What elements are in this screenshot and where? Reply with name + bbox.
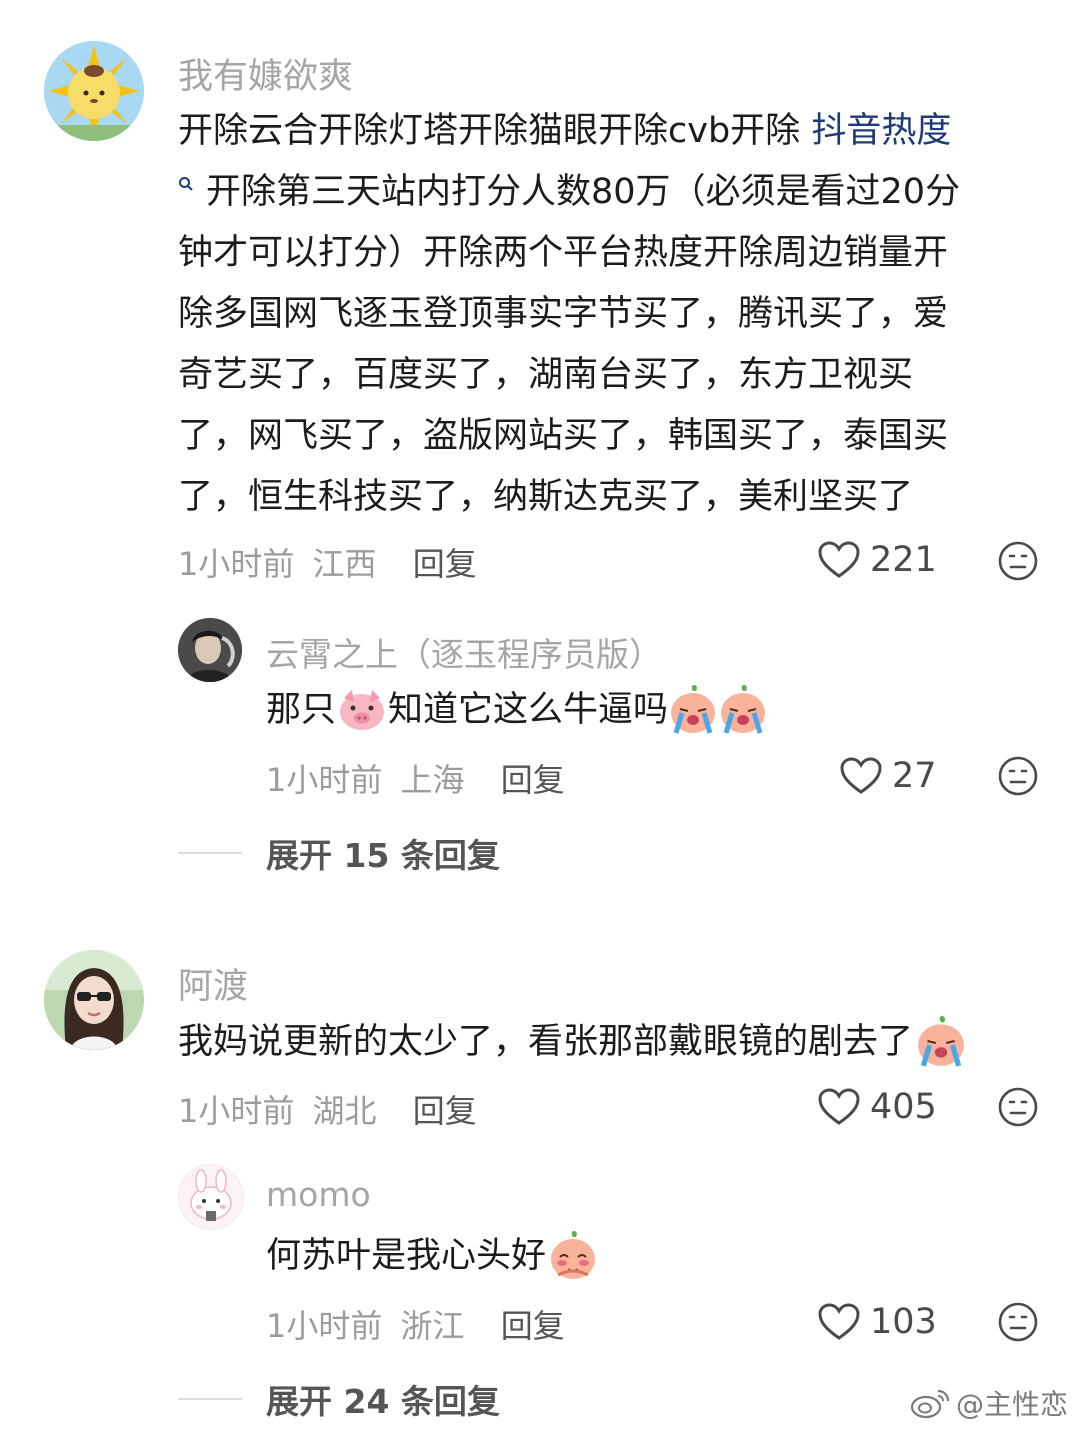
heart-icon bbox=[818, 541, 860, 578]
crying-peach-emoji-icon bbox=[671, 685, 766, 734]
location: 湖北 bbox=[312, 1092, 377, 1130]
comment-meta: 1小时前 江西 回复 bbox=[178, 539, 477, 585]
search-link[interactable]: 抖音热度 bbox=[811, 111, 951, 151]
like-count: 103 bbox=[870, 1302, 937, 1342]
timestamp: 1小时前 bbox=[266, 1307, 383, 1345]
dislike-face-icon[interactable] bbox=[998, 756, 1038, 796]
watermark-text: @主性恋 bbox=[955, 1388, 1068, 1421]
reply-username[interactable]: 云霄之上（逐玉程序员版） bbox=[266, 628, 662, 676]
comment-username[interactable]: 阿渡 bbox=[178, 958, 248, 1009]
comment-text-line: 了，恒生科技买了，纳斯达克买了，美利坚买了 bbox=[178, 477, 914, 517]
comment-text-line: 钟才可以打分）开除两个平台热度开除周边销量开 bbox=[178, 233, 949, 273]
like-button[interactable]: 405 bbox=[818, 1087, 937, 1127]
crying-peach-emoji-icon bbox=[918, 1016, 964, 1067]
shy-peach-emoji-icon bbox=[551, 1231, 596, 1279]
like-count: 221 bbox=[870, 540, 937, 580]
divider bbox=[178, 852, 242, 854]
expand-replies-button[interactable]: 展开 24 条回复 bbox=[178, 1375, 500, 1423]
avatar[interactable] bbox=[178, 618, 242, 682]
reply-username[interactable]: momo bbox=[266, 1175, 371, 1214]
reply-button[interactable]: 回复 bbox=[501, 1307, 565, 1345]
weibo-logo-icon bbox=[910, 1389, 950, 1419]
comment-text-line: 了，网飞买了，盗版网站买了，韩国买了，泰国买 bbox=[178, 416, 949, 456]
pig-face-emoji-icon bbox=[340, 690, 385, 730]
timestamp: 1小时前 bbox=[178, 1092, 295, 1130]
comment-text: 我妈说更新的太少了，看张那部戴眼镜的剧去了 bbox=[178, 1015, 967, 1069]
location: 江西 bbox=[312, 545, 377, 583]
dislike-face-icon[interactable] bbox=[998, 541, 1038, 581]
divider bbox=[178, 1398, 242, 1400]
sun-pudding-avatar-icon bbox=[44, 41, 144, 141]
expand-replies-label: 展开 15 条回复 bbox=[266, 836, 500, 875]
location: 浙江 bbox=[400, 1307, 465, 1345]
avatar[interactable] bbox=[178, 1164, 244, 1230]
dislike-face-icon[interactable] bbox=[998, 1302, 1038, 1342]
comment-text-line: 开除云合开除灯塔开除猫眼开除cvb开除 bbox=[178, 111, 801, 151]
reply-text: 何苏叶是我心头好 bbox=[266, 1230, 598, 1282]
reply-meta: 1小时前 浙江 回复 bbox=[266, 1301, 565, 1347]
dislike-face-icon[interactable] bbox=[998, 1087, 1038, 1127]
comment-meta: 1小时前 湖北 回复 bbox=[178, 1086, 477, 1132]
expand-replies-label: 展开 24 条回复 bbox=[266, 1382, 500, 1421]
reply-text-before: 那只 bbox=[266, 690, 337, 730]
bunny-cartoon-avatar-icon bbox=[179, 1165, 243, 1229]
search-icon bbox=[178, 156, 206, 217]
weibo-watermark: @主性恋 bbox=[910, 1383, 1068, 1423]
reply-button[interactable]: 回复 bbox=[413, 1092, 477, 1130]
timestamp: 1小时前 bbox=[178, 545, 295, 583]
heart-icon bbox=[818, 1088, 860, 1125]
like-button[interactable]: 221 bbox=[818, 540, 937, 580]
comment-text-line: 奇艺买了，百度买了，湖南台买了，东方卫视买 bbox=[178, 355, 914, 395]
comment-username[interactable]: 我有嫝欲爽 bbox=[178, 48, 353, 99]
comment-text-line: 除多国网飞逐玉登顶事实字节买了，腾讯买了，爱 bbox=[178, 294, 949, 334]
avatar[interactable] bbox=[44, 950, 144, 1050]
reply-text: 那只 知道它这么牛逼吗 bbox=[266, 684, 768, 736]
like-button[interactable]: 27 bbox=[840, 756, 937, 796]
reply-meta: 1小时前 上海 回复 bbox=[266, 755, 565, 801]
timestamp: 1小时前 bbox=[266, 761, 383, 799]
comment-text-line: 开除第三天站内打分人数80万（必须是看过20分 bbox=[206, 172, 961, 212]
reply-button[interactable]: 回复 bbox=[501, 761, 565, 799]
like-count: 405 bbox=[870, 1087, 937, 1127]
expand-replies-button[interactable]: 展开 15 条回复 bbox=[178, 829, 500, 877]
comment-text-content: 我妈说更新的太少了，看张那部戴眼镜的剧去了 bbox=[178, 1022, 914, 1062]
woman-portrait-avatar-icon bbox=[44, 950, 144, 1050]
heart-icon bbox=[818, 1303, 860, 1340]
reply-text-after: 知道它这么牛逼吗 bbox=[388, 690, 669, 730]
like-button[interactable]: 103 bbox=[818, 1302, 937, 1342]
reply-button[interactable]: 回复 bbox=[413, 545, 477, 583]
man-portrait-avatar-icon bbox=[178, 618, 242, 682]
comment-text: 开除云合开除灯塔开除猫眼开除cvb开除 抖音热度 开除第三天站内打分人数80万（… bbox=[178, 101, 960, 528]
reply-text-content: 何苏叶是我心头好 bbox=[266, 1236, 547, 1276]
location: 上海 bbox=[400, 761, 465, 799]
heart-icon bbox=[840, 757, 882, 794]
avatar[interactable] bbox=[44, 41, 144, 141]
like-count: 27 bbox=[892, 756, 937, 796]
